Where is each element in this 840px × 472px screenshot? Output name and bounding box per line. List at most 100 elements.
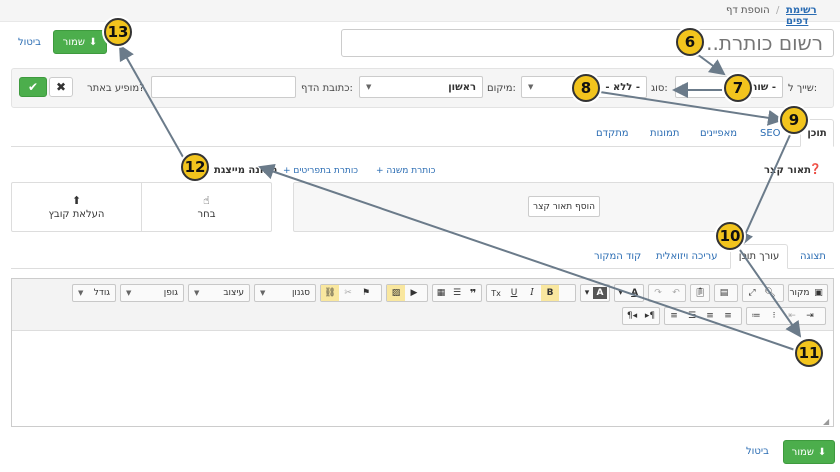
maximize-icon[interactable]: ⤢ <box>743 285 761 301</box>
marker-13: 13 <box>104 18 132 46</box>
ltr-icon[interactable]: ▸¶ <box>641 308 659 324</box>
image-icon[interactable]: ▨ <box>387 285 405 301</box>
text-color-icon: A <box>631 288 639 298</box>
chevron-down-icon: ▼ <box>366 83 372 91</box>
format-select[interactable]: ▼ עיצוב <box>188 284 250 302</box>
location-select[interactable]: ▼ ראשון <box>359 76 483 98</box>
cancel-link-top[interactable]: ביטול <box>18 37 41 48</box>
tab-advanced[interactable]: מתקדם <box>596 128 629 139</box>
paste-icon[interactable]: 📋︎ <box>691 285 709 301</box>
tab-images[interactable]: תמונות <box>650 128 679 139</box>
hand-pointer-icon: ☝ <box>203 194 210 207</box>
visible-toggle[interactable]: ✔ <box>19 77 47 97</box>
parent-label: שייך ל: <box>788 83 818 94</box>
marker-12: 12 <box>181 153 209 181</box>
marker-7: 7 <box>724 74 752 102</box>
align-justify-icon[interactable]: ☰ <box>683 308 701 324</box>
location-label: מיקום: <box>487 83 516 94</box>
resize-handle[interactable]: ◢ <box>823 417 829 426</box>
download-icon: ⬇ <box>88 36 98 48</box>
align-group: ≡ ☰ ≡ ≡ <box>664 307 742 325</box>
marker-6: 6 <box>676 28 704 56</box>
save-button-top[interactable]: שמור ⬇ <box>53 30 107 54</box>
close-icon: ✖ <box>55 80 67 94</box>
rtl-icon[interactable]: ¶◂ <box>623 308 641 324</box>
check-icon: ✔ <box>27 80 39 94</box>
basic-style-group: Tx U I B <box>486 284 576 302</box>
align-right-icon[interactable]: ≡ <box>665 308 683 324</box>
chevron-down-icon: ▾ <box>584 288 590 298</box>
search-icon[interactable]: 🔍︎ <box>761 285 779 301</box>
blockquote-icon[interactable]: ❞ <box>465 285 481 301</box>
bulleted-list-icon[interactable]: ⁝ <box>765 308 783 324</box>
address-label: כתובת הדף: <box>301 83 353 94</box>
italic-icon[interactable]: I <box>523 285 541 301</box>
style-select[interactable]: ▼ סגנון <box>254 284 316 302</box>
location-value: ראשון <box>448 81 476 93</box>
align-center-icon[interactable]: ≡ <box>701 308 719 324</box>
remove-format-icon[interactable]: Tx <box>487 285 505 301</box>
view-group: ⤢ 🔍︎ <box>742 284 784 302</box>
save-label: שמור <box>62 36 85 48</box>
link-group: ⛓ ✂ ⚑ <box>320 284 382 302</box>
flag-icon[interactable]: ⚑ <box>357 285 375 301</box>
summary-label: תאור קצר <box>764 165 811 176</box>
save-button-bottom[interactable]: שמור ⬇ <box>783 440 835 464</box>
text-color-button[interactable]: ▾ A <box>614 284 644 302</box>
chevron-down-icon: ▼ <box>194 289 200 297</box>
outdent-icon[interactable]: ⇤ <box>783 308 801 324</box>
source-icon: ▣ <box>814 288 823 298</box>
underline-icon[interactable]: U <box>505 285 523 301</box>
size-select[interactable]: ▼ גודל <box>72 284 116 302</box>
template-group: ▤ <box>714 284 738 302</box>
editor-tab-source[interactable]: קוד המקור <box>594 251 641 262</box>
unlink-icon[interactable]: ✂ <box>339 285 357 301</box>
editor-tab-visual[interactable]: עריכה ויזואלית <box>656 251 717 262</box>
numbered-list-icon[interactable]: ≔ <box>747 308 765 324</box>
upload-file-button[interactable]: ⬆ העלאת קובץ <box>12 183 141 231</box>
bold-icon[interactable]: B <box>541 285 559 301</box>
type-label: סוג: <box>651 83 668 94</box>
font-select[interactable]: ▼ גופן <box>120 284 184 302</box>
add-menu-title-link[interactable]: + כותרת בתפריטים <box>283 166 358 176</box>
image-label: תמונה מייצגת <box>214 165 278 176</box>
add-subtitle-link[interactable]: + כותרת משנה <box>376 166 435 176</box>
hidden-toggle[interactable]: ✖ <box>49 77 73 97</box>
link-icon[interactable]: ⛓ <box>321 285 339 301</box>
breadcrumb-separator: / <box>776 5 780 16</box>
editor-tab-content[interactable]: עורך תוכן <box>730 244 788 269</box>
youtube-icon[interactable]: ▶ <box>405 285 423 301</box>
table-icon[interactable]: ▦ <box>433 285 449 301</box>
chevron-down-icon: ▼ <box>528 83 534 91</box>
marker-11: 11 <box>795 339 823 367</box>
marker-8: 8 <box>572 74 600 102</box>
chevron-down-icon: ▼ <box>126 289 132 297</box>
source-button[interactable]: מקור ▣ <box>788 284 828 302</box>
editor-tab-preview[interactable]: תצוגה <box>800 251 826 262</box>
add-summary-button[interactable]: הוסף תאור קצר <box>528 196 600 217</box>
cancel-link-bottom[interactable]: ביטול <box>746 446 769 457</box>
redo-icon[interactable]: ↷ <box>649 285 667 301</box>
align-left-icon[interactable]: ≡ <box>719 308 737 324</box>
breadcrumb-link-pages[interactable]: רשימת דפים <box>786 5 840 27</box>
marker-9: 9 <box>780 106 808 134</box>
undo-icon[interactable]: ↶ <box>667 285 685 301</box>
template-icon[interactable]: ▤ <box>715 285 733 301</box>
indent-icon[interactable]: ⇥ <box>801 308 819 324</box>
horizontal-line-icon[interactable]: ☰ <box>449 285 465 301</box>
breadcrumb <box>0 0 840 22</box>
breadcrumb-current: הוספת דף <box>726 5 770 16</box>
direction-group: ¶◂ ▸¶ <box>622 307 660 325</box>
bg-color-button[interactable]: ▾ A <box>580 284 610 302</box>
editor-tabs-divider <box>11 268 834 269</box>
tab-seo[interactable]: SEO <box>760 128 781 139</box>
tab-properties[interactable]: מאפיינים <box>700 128 737 139</box>
upload-icon: ⬆ <box>71 194 82 207</box>
title-input[interactable] <box>341 29 834 57</box>
download-icon: ⬇ <box>817 446 827 458</box>
address-input[interactable] <box>151 76 296 98</box>
paste-group: 📋︎ <box>690 284 710 302</box>
chevron-down-icon: ▼ <box>78 289 84 297</box>
media-group: ▨ ▶ <box>386 284 428 302</box>
choose-image-button[interactable]: ☝ בחר <box>142 183 271 231</box>
